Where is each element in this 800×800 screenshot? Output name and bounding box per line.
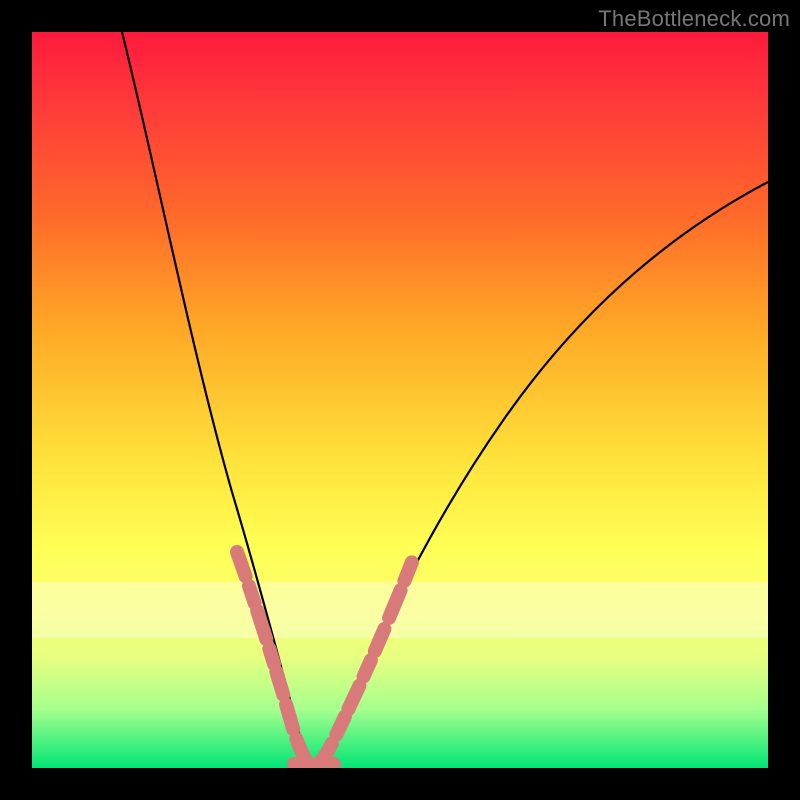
overlay-right [314, 562, 412, 767]
plot-area [32, 32, 768, 768]
curve-left-branch [122, 32, 314, 767]
watermark-text: TheBottleneck.com [598, 6, 790, 32]
overlay-bottom [294, 764, 334, 767]
curve-layer [32, 32, 768, 768]
chart-frame: TheBottleneck.com [0, 0, 800, 800]
overlay-left [237, 552, 314, 767]
curve-right-branch [314, 182, 768, 767]
